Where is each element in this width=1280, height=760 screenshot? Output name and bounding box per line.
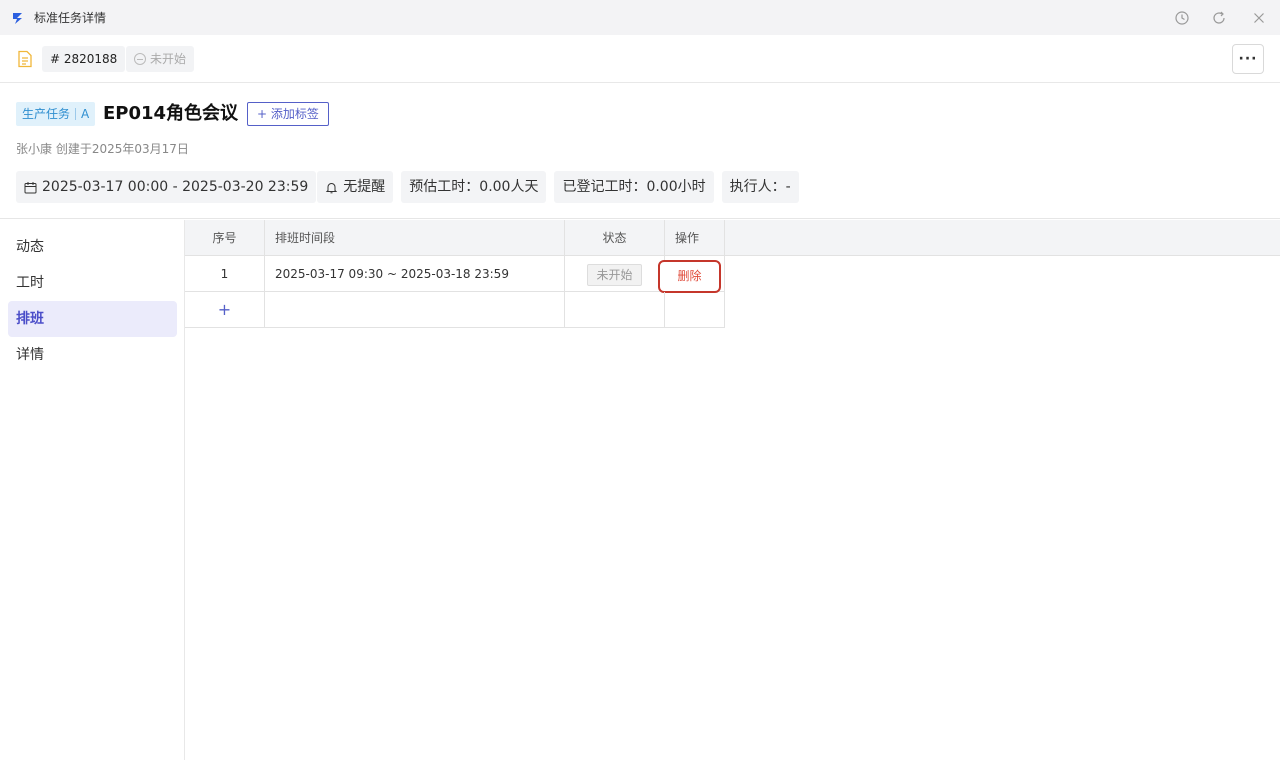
header-operation: 操作 (665, 220, 725, 256)
more-button[interactable]: ··· (1232, 44, 1264, 74)
sidebar-item-activity[interactable]: 动态 (8, 229, 177, 265)
header-range: 排班时间段 (265, 220, 565, 256)
sidebar: 动态 工时 排班 详情 (0, 220, 185, 760)
row-time-range[interactable]: 2025-03-17 09:30 ~ 2025-03-18 23:59 (265, 256, 565, 292)
schedule-table: 序号 排班时间段 状态 操作 1 2025-03-17 09:30 ~ 2025… (185, 220, 1280, 760)
task-type-label: 生产任务 (22, 107, 71, 121)
task-header: 生产任务 A EP014角色会议 + 添加标签 张小康 创建于2025年03月1… (0, 83, 1280, 219)
add-row-cell: + (185, 292, 265, 328)
sidebar-item-details[interactable]: 详情 (8, 337, 177, 373)
task-meta-chips: 2025-03-17 00:00 - 2025-03-20 23:59 无提醒 … (16, 171, 807, 203)
document-icon (18, 50, 32, 68)
header-index: 序号 (185, 220, 265, 256)
history-button[interactable] (1173, 9, 1191, 27)
row-status-cell: 未开始 (565, 256, 665, 292)
date-range-chip[interactable]: 2025-03-17 00:00 - 2025-03-20 23:59 (16, 171, 317, 203)
refresh-button[interactable] (1210, 9, 1228, 27)
close-button[interactable] (1250, 9, 1268, 27)
task-status-label: 未开始 (150, 52, 187, 66)
empty-range-cell (265, 292, 565, 328)
row-status-badge: 未开始 (587, 263, 642, 286)
empty-status-cell (565, 292, 665, 328)
task-status-chip[interactable]: 未开始 (126, 46, 195, 72)
page-title: EP014角色会议 (103, 103, 239, 124)
close-icon (1254, 13, 1264, 23)
estimated-hours-chip[interactable]: 预估工时：0.00人天 (401, 171, 547, 203)
task-type-tag[interactable]: 生产任务 A (16, 102, 96, 126)
reminder-chip[interactable]: 无提醒 (317, 171, 394, 203)
sidebar-item-hours[interactable]: 工时 (8, 265, 177, 301)
delete-button[interactable]: 删除 (658, 260, 721, 293)
header-status: 状态 (565, 220, 665, 256)
bell-icon (326, 182, 338, 193)
refresh-icon (1213, 11, 1225, 24)
date-range-label: 2025-03-17 00:00 - 2025-03-20 23:59 (42, 179, 309, 195)
window-titlebar: 标准任务详情 (0, 0, 1280, 35)
add-tag-button[interactable]: + 添加标签 (247, 102, 329, 126)
calendar-icon (24, 181, 37, 193)
empty-op-cell (665, 292, 725, 328)
row-index: 1 (185, 256, 265, 292)
status-circle-icon (134, 53, 146, 65)
assignee-chip[interactable]: 执行人：- (721, 171, 799, 203)
tag-divider (75, 108, 77, 120)
task-toolbar: # 2820188 未开始 ··· (0, 35, 1280, 83)
add-row-button[interactable]: + (218, 300, 231, 319)
created-info: 张小康 创建于2025年03月17日 (16, 142, 189, 156)
app-logo-icon (13, 13, 22, 24)
task-id-badge[interactable]: # 2820188 (42, 46, 126, 72)
window-title: 标准任务详情 (34, 11, 107, 25)
reminder-label: 无提醒 (343, 179, 386, 195)
task-level-label: A (81, 107, 90, 121)
logged-hours-chip[interactable]: 已登记工时：0.00小时 (554, 171, 714, 203)
sidebar-item-schedule[interactable]: 排班 (8, 301, 177, 337)
history-icon (1175, 11, 1189, 25)
